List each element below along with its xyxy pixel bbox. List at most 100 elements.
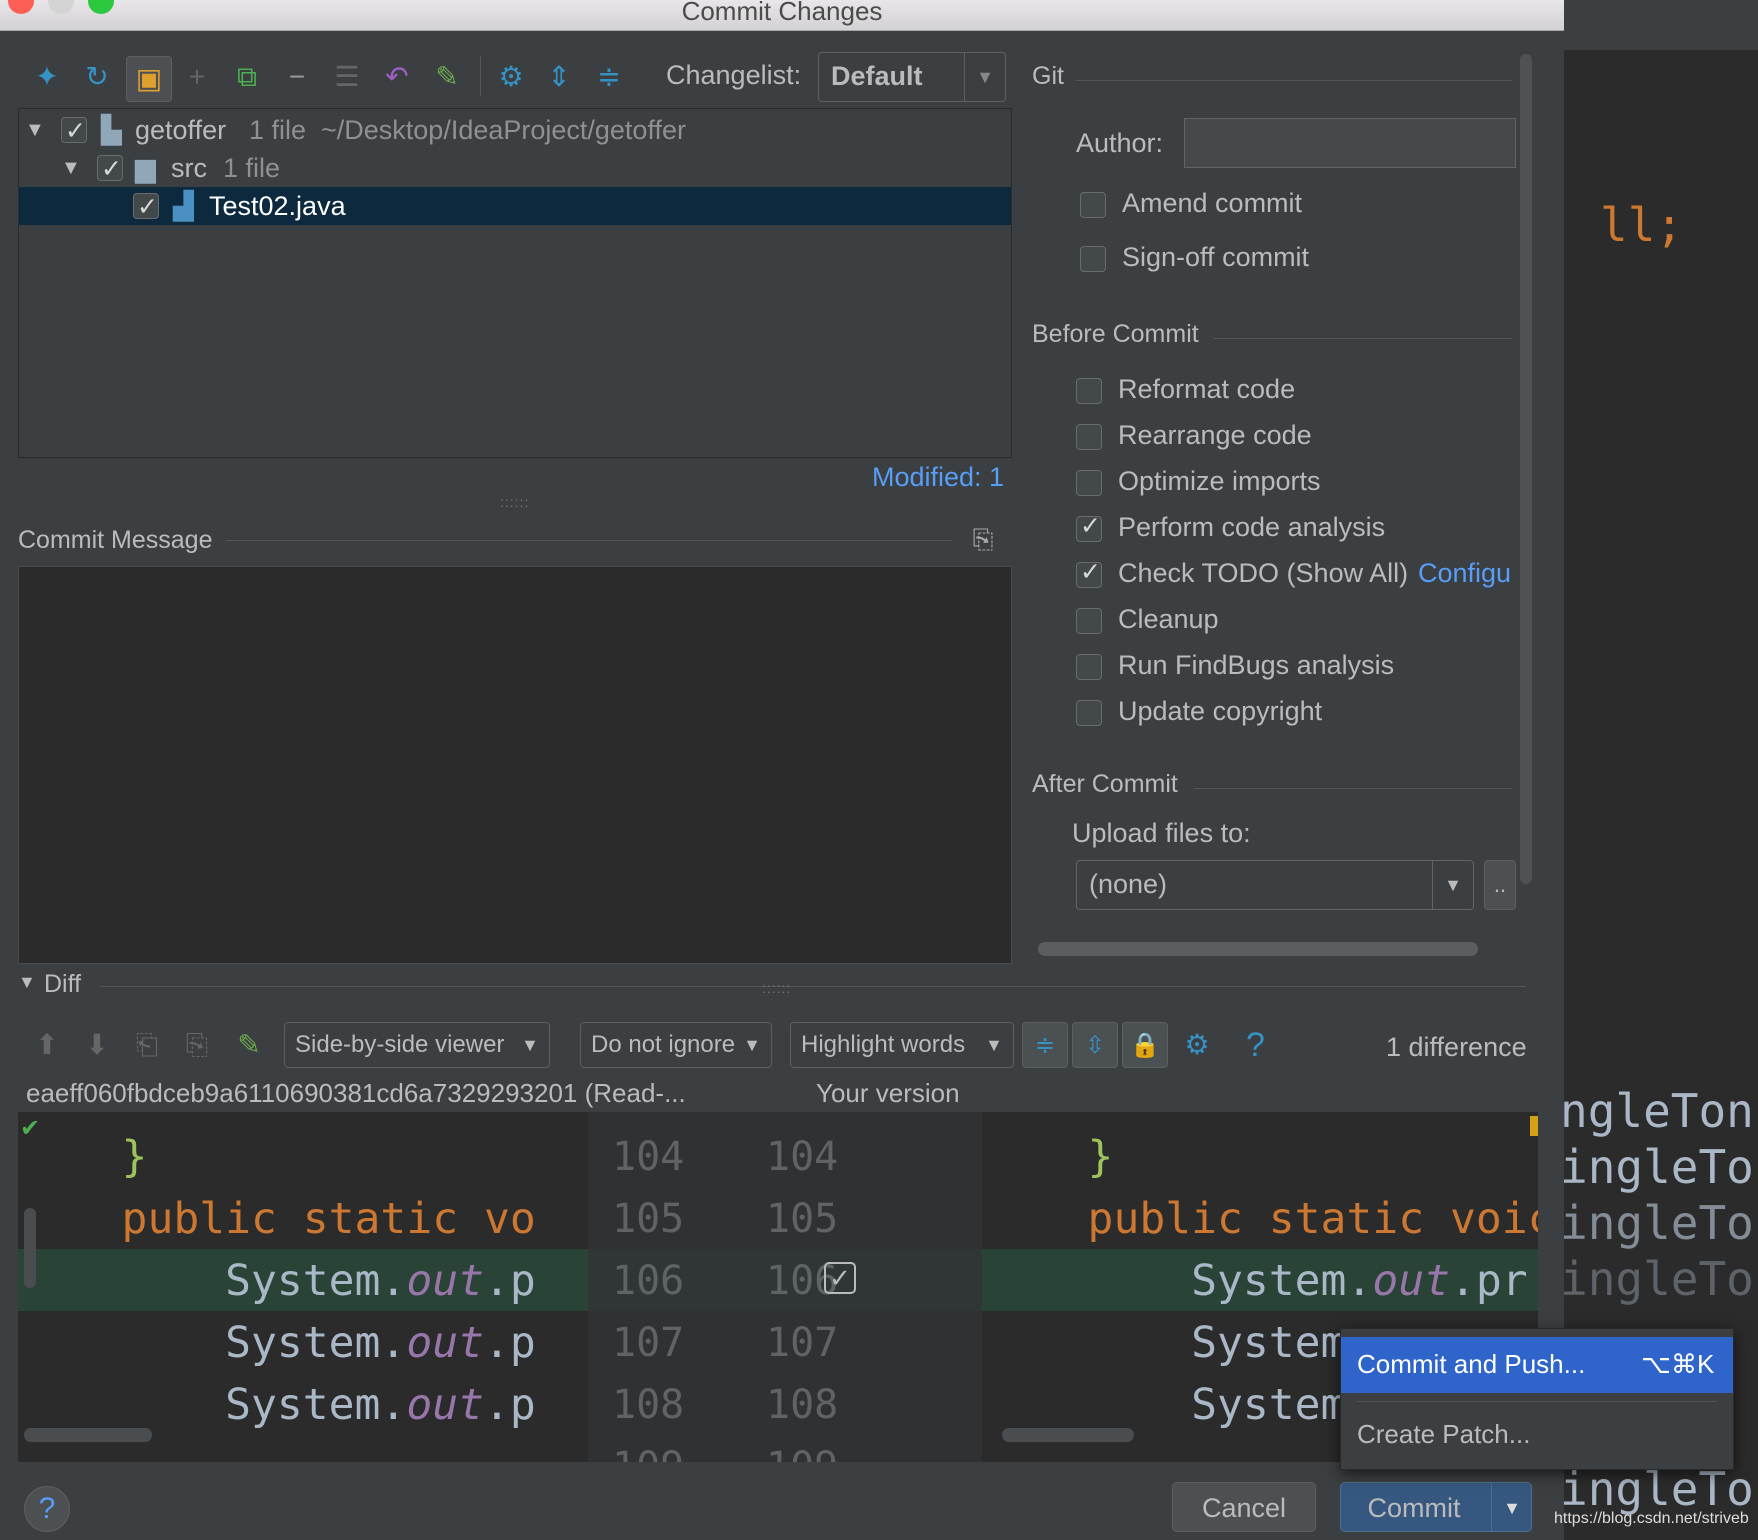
diff-help-icon[interactable]: ?: [1246, 1026, 1265, 1065]
collapse-all-icon[interactable]: ≑: [592, 60, 626, 94]
include-change-checkbox[interactable]: ✓: [824, 1262, 856, 1294]
signoff-commit-checkbox[interactable]: [1080, 246, 1106, 272]
diff-collapse-triangle-icon[interactable]: ▼: [18, 972, 36, 993]
right-code-line: }: [984, 1132, 1114, 1182]
changelist-value: Default: [831, 61, 923, 91]
change-marker-icon: [1530, 1116, 1538, 1136]
left-code-line: }: [18, 1132, 148, 1182]
revert-icon[interactable]: ↶: [380, 60, 414, 94]
editor-background: ll; ngleTon. ingleTor ingleTor ingleTor …: [1560, 0, 1758, 1540]
left-line-number: 106: [612, 1258, 685, 1304]
move-icon[interactable]: ⧉: [230, 60, 264, 94]
shelve-icon[interactable]: ▣: [126, 56, 172, 102]
expand-all-icon[interactable]: ⇕: [542, 60, 576, 94]
findbugs-checkbox[interactable]: [1076, 654, 1102, 680]
left-vertical-scrollbar[interactable]: [24, 1208, 36, 1288]
right-code-line: System.out.pr: [984, 1256, 1528, 1306]
group-icon[interactable]: ☰: [330, 60, 364, 94]
menu-item-create-patch[interactable]: Create Patch...: [1341, 1407, 1733, 1463]
commit-button[interactable]: Commit ▼: [1340, 1482, 1532, 1532]
changelist-label: Changelist:: [666, 60, 802, 90]
add-icon[interactable]: +: [180, 60, 214, 94]
browse-button[interactable]: ..: [1484, 860, 1516, 910]
splitter-handle[interactable]: ::::::: [762, 980, 791, 996]
right-code-line: System: [984, 1318, 1347, 1368]
collapse-triangle-icon[interactable]: ▼: [25, 111, 45, 149]
commit-and-push-shortcut: ⌥⌘K: [1641, 1349, 1715, 1379]
tree-row-file[interactable]: ▟ Test02.java: [19, 187, 1011, 226]
refresh-icon[interactable]: ↻: [80, 60, 114, 94]
cancel-button[interactable]: Cancel: [1172, 1482, 1316, 1532]
remove-icon[interactable]: −: [280, 60, 314, 94]
commit-options-arrow-icon[interactable]: ▼: [1491, 1483, 1532, 1531]
edit-icon[interactable]: ✎: [430, 60, 464, 94]
java-file-icon: ▟: [173, 191, 194, 221]
copyright-checkbox[interactable]: [1076, 700, 1102, 726]
horizontal-scrollbar[interactable]: [1038, 942, 1478, 956]
right-line-number: 104: [766, 1134, 839, 1180]
rearrange-label: Rearrange code: [1118, 420, 1312, 450]
left-editor[interactable]: ✔ } public static vo System.out.p System…: [18, 1112, 586, 1462]
lock-icon[interactable]: 🔒: [1122, 1022, 1168, 1068]
upload-label: Upload files to:: [1072, 818, 1251, 848]
difference-count: 1 difference: [1386, 1032, 1527, 1062]
rearrange-checkbox[interactable]: [1076, 424, 1102, 450]
configure-link[interactable]: Configu: [1418, 558, 1511, 589]
toolbar-separator: [480, 56, 481, 96]
chevron-down-icon: ▼: [743, 1035, 761, 1055]
diff-gear-icon[interactable]: ⚙: [1180, 1028, 1214, 1062]
gear-icon[interactable]: ⚙: [494, 60, 528, 94]
commit-dialog: Commit Changes ✦ ↻ ▣ + ⧉ − ☰ ↶ ✎ ⚙ ⇕ ≑ C…: [0, 0, 1564, 1540]
folder-icon: ▆: [135, 153, 156, 183]
tree-row-root[interactable]: ▼ ▙ getoffer 1 file ~/Desktop/IdeaProjec…: [19, 111, 1011, 150]
editor-code-line: ll;: [1600, 198, 1684, 252]
right-line-number: 105: [766, 1196, 839, 1242]
author-input[interactable]: [1184, 118, 1516, 168]
edit-source-icon[interactable]: ✎: [232, 1028, 266, 1062]
vertical-scrollbar[interactable]: [1520, 54, 1532, 884]
module-folder-icon: ▙: [101, 115, 122, 145]
root-checkbox[interactable]: [61, 112, 87, 150]
highlight-dropdown[interactable]: Highlight words ▼: [790, 1022, 1014, 1068]
menu-item-commit-and-push[interactable]: Commit and Push... ⌥⌘K: [1341, 1337, 1733, 1393]
reformat-label: Reformat code: [1118, 374, 1296, 404]
ignore-dropdown[interactable]: Do not ignore ▼: [580, 1022, 772, 1068]
commit-message-label: Commit Message: [18, 526, 213, 554]
amend-commit-checkbox[interactable]: [1080, 192, 1106, 218]
create-patch-label: Create Patch...: [1357, 1419, 1531, 1449]
right-horizontal-scrollbar[interactable]: [1002, 1428, 1134, 1442]
copyright-label: Update copyright: [1118, 696, 1323, 726]
reformat-checkbox[interactable]: [1076, 378, 1102, 404]
collapse-unchanged-icon[interactable]: ≑: [1022, 1022, 1068, 1068]
synchronize-scroll-icon[interactable]: ⇳: [1072, 1022, 1118, 1068]
collapse-triangle-icon[interactable]: ▼: [61, 149, 81, 187]
right-line-number: 107: [766, 1320, 839, 1366]
upload-value: (none): [1089, 869, 1168, 899]
next-difference-icon[interactable]: ⬇: [80, 1028, 114, 1062]
help-button[interactable]: ?: [24, 1486, 70, 1532]
viewer-dropdown[interactable]: Side-by-side viewer ▼: [284, 1022, 550, 1068]
pin-icon[interactable]: ✦: [30, 60, 64, 94]
compare-previous-file-icon[interactable]: ⎗: [130, 1028, 164, 1062]
folder-checkbox[interactable]: [97, 150, 123, 188]
chevron-down-icon: ▼: [521, 1035, 539, 1055]
folder-count: 1 file: [223, 153, 281, 183]
changelist-dropdown[interactable]: Default ▼: [818, 52, 1006, 102]
previous-difference-icon[interactable]: ⬆: [30, 1028, 64, 1062]
check-todo-checkbox[interactable]: [1076, 557, 1102, 588]
splitter-handle[interactable]: ::::::: [500, 494, 529, 510]
upload-dropdown[interactable]: (none) ▼: [1076, 860, 1474, 910]
commit-message-input[interactable]: [18, 566, 1012, 964]
compare-next-file-icon[interactable]: ⎘: [180, 1028, 214, 1062]
amend-commit-label: Amend commit: [1122, 188, 1303, 218]
commit-history-icon[interactable]: ⎘: [966, 522, 1000, 556]
left-horizontal-scrollbar[interactable]: [24, 1428, 152, 1442]
optimize-imports-checkbox[interactable]: [1076, 470, 1102, 496]
cleanup-checkbox[interactable]: [1076, 608, 1102, 634]
code-analysis-checkbox[interactable]: [1076, 511, 1102, 542]
title-bar: Commit Changes: [0, 0, 1564, 31]
file-checkbox[interactable]: [133, 188, 159, 226]
diff-viewer: ✔ } public static vo System.out.p System…: [18, 1112, 1538, 1462]
tree-row-folder[interactable]: ▼ ▆ src 1 file: [19, 149, 1011, 188]
author-label: Author:: [1076, 128, 1164, 158]
